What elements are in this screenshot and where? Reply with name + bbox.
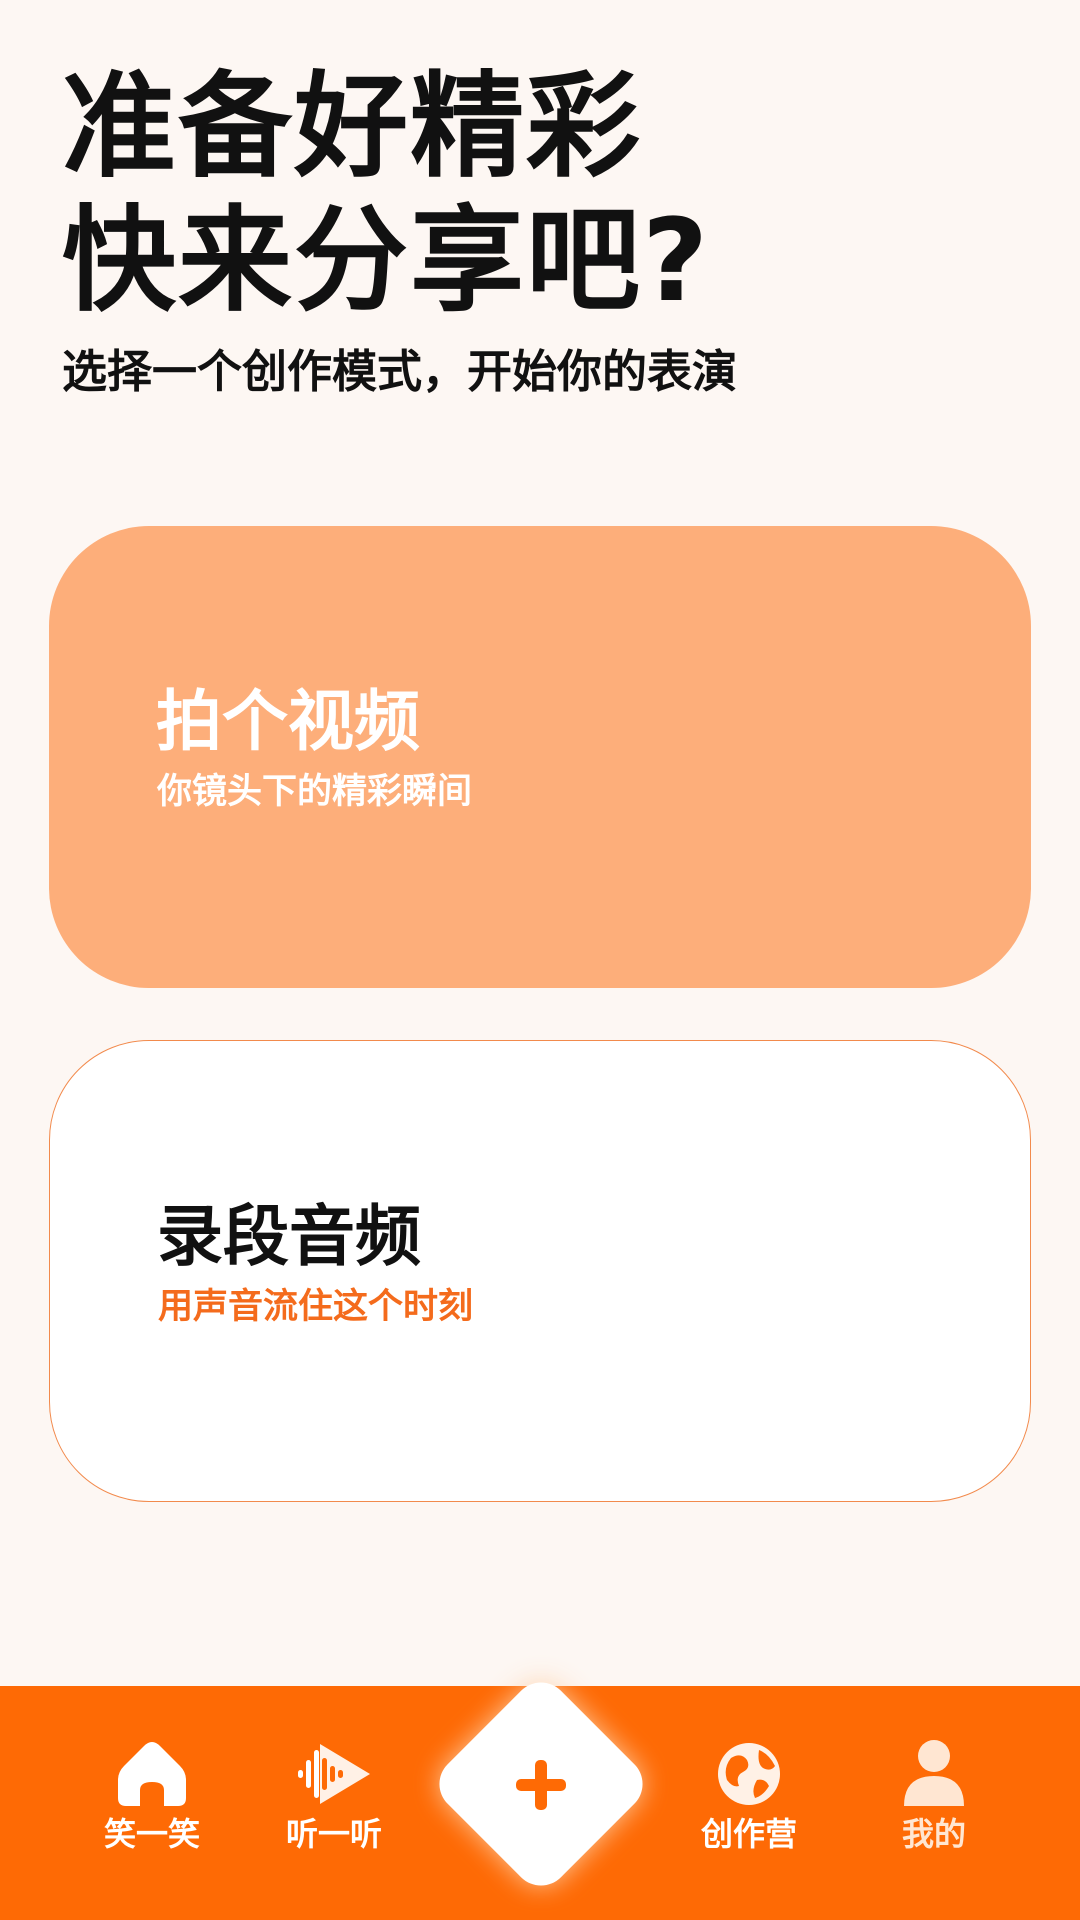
- page-title-line-2: 快来分享吧?: [62, 194, 711, 327]
- audio-play-icon: [298, 1744, 370, 1804]
- record-audio-description: 用声音流住这个时刻: [158, 1287, 474, 1327]
- tab-me-label: 我的: [901, 1815, 966, 1853]
- tab-creator-camp-label: 创作营: [700, 1815, 797, 1853]
- page-subtitle: 选择一个创作模式，开始你的表演: [62, 345, 738, 398]
- tab-creator-camp[interactable]: 创作营: [669, 1686, 829, 1920]
- tab-me[interactable]: 我的: [854, 1686, 1014, 1920]
- create-mode-screen: 准备好精彩 快来分享吧? 选择一个创作模式，开始你的表演 拍个视频 你镜头下的精…: [0, 0, 1080, 1920]
- user-icon: [904, 1740, 964, 1806]
- tab-listen-label: 听一听: [285, 1815, 382, 1853]
- globe-icon: [718, 1743, 780, 1805]
- record-audio-title: 录段音频: [157, 1198, 421, 1275]
- home-icon: [118, 1742, 186, 1806]
- record-video-title: 拍个视频: [156, 683, 420, 760]
- tab-laugh-label: 笑一笑: [103, 1815, 200, 1853]
- page-title: 准备好精彩 快来分享吧?: [62, 60, 710, 328]
- tab-laugh[interactable]: 笑一笑: [72, 1686, 232, 1920]
- record-video-description: 你镜头下的精彩瞬间: [157, 772, 473, 812]
- page-title-line-1: 准备好精彩: [62, 60, 643, 193]
- record-audio-card[interactable]: 录段音频 用声音流住这个时刻: [49, 1040, 1031, 1502]
- tab-listen[interactable]: 听一听: [254, 1686, 414, 1920]
- record-video-card[interactable]: 拍个视频 你镜头下的精彩瞬间: [49, 526, 1031, 988]
